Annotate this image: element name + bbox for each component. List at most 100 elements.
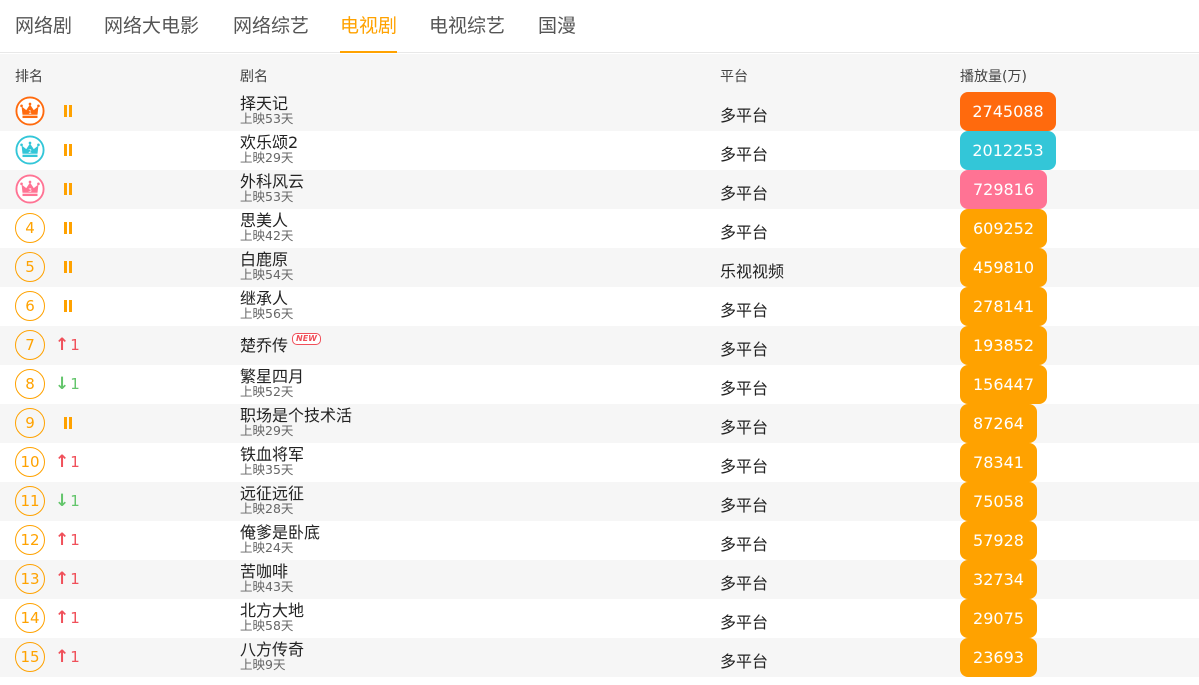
days-on-air: 上映35天 bbox=[240, 462, 294, 477]
table-row[interactable]: 2 欢乐颂2 上映29天 多平台 2012253 bbox=[0, 131, 1199, 170]
rank-number: 12 bbox=[15, 525, 45, 555]
rank-number: 6 bbox=[15, 291, 45, 321]
show-title[interactable]: 楚乔传 NEW bbox=[240, 333, 321, 354]
show-title[interactable]: 择天记 bbox=[240, 95, 288, 112]
views-badge: 278141 bbox=[960, 287, 1047, 326]
views-badge: 729816 bbox=[960, 170, 1047, 209]
unchanged-icon bbox=[64, 105, 74, 117]
show-title[interactable]: 思美人 bbox=[240, 212, 288, 229]
platform: 多平台 bbox=[720, 301, 769, 320]
tab-tv-variety[interactable]: 电视综艺 bbox=[429, 11, 505, 53]
rank-number: 14 bbox=[15, 603, 45, 633]
crown-silver-icon: 2 bbox=[15, 135, 45, 165]
table-row[interactable]: 3 外科风云 上映53天 多平台 729816 bbox=[0, 170, 1199, 209]
unchanged-icon bbox=[64, 261, 74, 273]
rank-number: 13 bbox=[15, 564, 45, 594]
table-row[interactable]: 5 白鹿原 上映54天 乐视视频 459810 bbox=[0, 248, 1199, 287]
views-badge: 32734 bbox=[960, 560, 1037, 599]
platform: 多平台 bbox=[720, 574, 769, 593]
trend-value: 1 bbox=[70, 648, 80, 666]
platform: 多平台 bbox=[720, 106, 769, 125]
rank-trend: ↑ 1 bbox=[55, 608, 80, 628]
views-badge: 57928 bbox=[960, 521, 1037, 560]
table-row[interactable]: 10 ↑ 1 铁血将军 上映35天 多平台 78341 bbox=[0, 443, 1199, 482]
header-name: 剧名 bbox=[240, 69, 268, 85]
tab-web-series[interactable]: 网络剧 bbox=[15, 11, 72, 53]
days-on-air: 上映9天 bbox=[240, 657, 286, 672]
header-rank: 排名 bbox=[15, 69, 43, 85]
show-title[interactable]: 白鹿原 bbox=[240, 251, 288, 268]
platform: 乐视视频 bbox=[720, 262, 785, 281]
crown-gold-icon: 1 bbox=[15, 96, 45, 126]
trend-value: 1 bbox=[70, 492, 80, 510]
table-row[interactable]: 8 ↓ 1 繁星四月 上映52天 多平台 156447 bbox=[0, 365, 1199, 404]
show-title[interactable]: 俺爹是卧底 bbox=[240, 524, 320, 541]
show-title[interactable]: 铁血将军 bbox=[240, 446, 304, 463]
arrow-up-icon: ↑ bbox=[55, 451, 70, 472]
show-title[interactable]: 职场是个技术活 bbox=[240, 407, 352, 424]
unchanged-icon bbox=[64, 222, 74, 234]
table-row[interactable]: 6 继承人 上映56天 多平台 278141 bbox=[0, 287, 1199, 326]
rank-number: 15 bbox=[15, 642, 45, 672]
tab-anime[interactable]: 国漫 bbox=[538, 11, 576, 53]
tab-web-movies[interactable]: 网络大电影 bbox=[104, 11, 199, 53]
days-on-air: 上映42天 bbox=[240, 228, 294, 243]
trend-value: 1 bbox=[70, 336, 80, 354]
show-title[interactable]: 苦咖啡 bbox=[240, 563, 288, 580]
table-row[interactable]: 11 ↓ 1 远征远征 上映28天 多平台 75058 bbox=[0, 482, 1199, 521]
rank-trend bbox=[55, 413, 74, 433]
views-badge: 23693 bbox=[960, 638, 1037, 677]
rank-trend bbox=[55, 296, 74, 316]
arrow-up-icon: ↑ bbox=[55, 646, 70, 667]
table-row[interactable]: 1 择天记 上映53天 多平台 2745088 bbox=[0, 92, 1199, 131]
table-row[interactable]: 13 ↑ 1 苦咖啡 上映43天 多平台 32734 bbox=[0, 560, 1199, 599]
views-badge: 193852 bbox=[960, 326, 1047, 365]
show-title[interactable]: 繁星四月 bbox=[240, 368, 304, 385]
unchanged-icon bbox=[64, 144, 74, 156]
table-row[interactable]: 14 ↑ 1 北方大地 上映58天 多平台 29075 bbox=[0, 599, 1199, 638]
table-row[interactable]: 15 ↑ 1 八方传奇 上映9天 多平台 23693 bbox=[0, 638, 1199, 677]
trend-value: 1 bbox=[70, 570, 80, 588]
svg-text:3: 3 bbox=[28, 188, 32, 194]
views-badge: 78341 bbox=[960, 443, 1037, 482]
rank-trend: ↓ 1 bbox=[55, 374, 80, 394]
platform: 多平台 bbox=[720, 652, 769, 671]
platform: 多平台 bbox=[720, 145, 769, 164]
days-on-air: 上映24天 bbox=[240, 540, 294, 555]
rank-trend bbox=[55, 179, 74, 199]
show-title[interactable]: 外科风云 bbox=[240, 173, 304, 190]
tab-tv-series[interactable]: 电视剧 bbox=[340, 11, 398, 53]
header-views: 播放量(万) bbox=[960, 69, 1027, 85]
rank-trend bbox=[55, 257, 74, 277]
show-title[interactable]: 欢乐颂2 bbox=[240, 134, 298, 151]
table-row[interactable]: 9 职场是个技术活 上映29天 多平台 87264 bbox=[0, 404, 1199, 443]
arrow-down-icon: ↓ bbox=[55, 373, 70, 394]
days-on-air: 上映29天 bbox=[240, 423, 294, 438]
days-on-air: 上映52天 bbox=[240, 384, 294, 399]
show-title[interactable]: 北方大地 bbox=[240, 602, 304, 619]
days-on-air: 上映53天 bbox=[240, 111, 294, 126]
svg-text:1: 1 bbox=[28, 110, 32, 116]
views-badge: 459810 bbox=[960, 248, 1047, 287]
views-badge: 156447 bbox=[960, 365, 1047, 404]
platform: 多平台 bbox=[720, 535, 769, 554]
arrow-up-icon: ↑ bbox=[55, 334, 70, 355]
days-on-air: 上映58天 bbox=[240, 618, 294, 633]
table-row[interactable]: 12 ↑ 1 俺爹是卧底 上映24天 多平台 57928 bbox=[0, 521, 1199, 560]
tab-web-variety[interactable]: 网络综艺 bbox=[233, 11, 309, 53]
svg-text:2: 2 bbox=[28, 149, 32, 155]
show-title[interactable]: 远征远征 bbox=[240, 485, 304, 502]
show-title[interactable]: 继承人 bbox=[240, 290, 288, 307]
table-row[interactable]: 4 思美人 上映42天 多平台 609252 bbox=[0, 209, 1199, 248]
platform: 多平台 bbox=[720, 496, 769, 515]
rank-number: 7 bbox=[15, 330, 45, 360]
table-row[interactable]: 7 ↑ 1 楚乔传 NEW 多平台 193852 bbox=[0, 326, 1199, 365]
arrow-down-icon: ↓ bbox=[55, 490, 70, 511]
platform: 多平台 bbox=[720, 418, 769, 437]
show-title[interactable]: 八方传奇 bbox=[240, 641, 304, 658]
header-platform: 平台 bbox=[720, 69, 748, 85]
rank-trend: ↑ 1 bbox=[55, 647, 80, 667]
unchanged-icon bbox=[64, 183, 74, 195]
platform: 多平台 bbox=[720, 379, 769, 398]
rank-trend: ↑ 1 bbox=[55, 569, 80, 589]
